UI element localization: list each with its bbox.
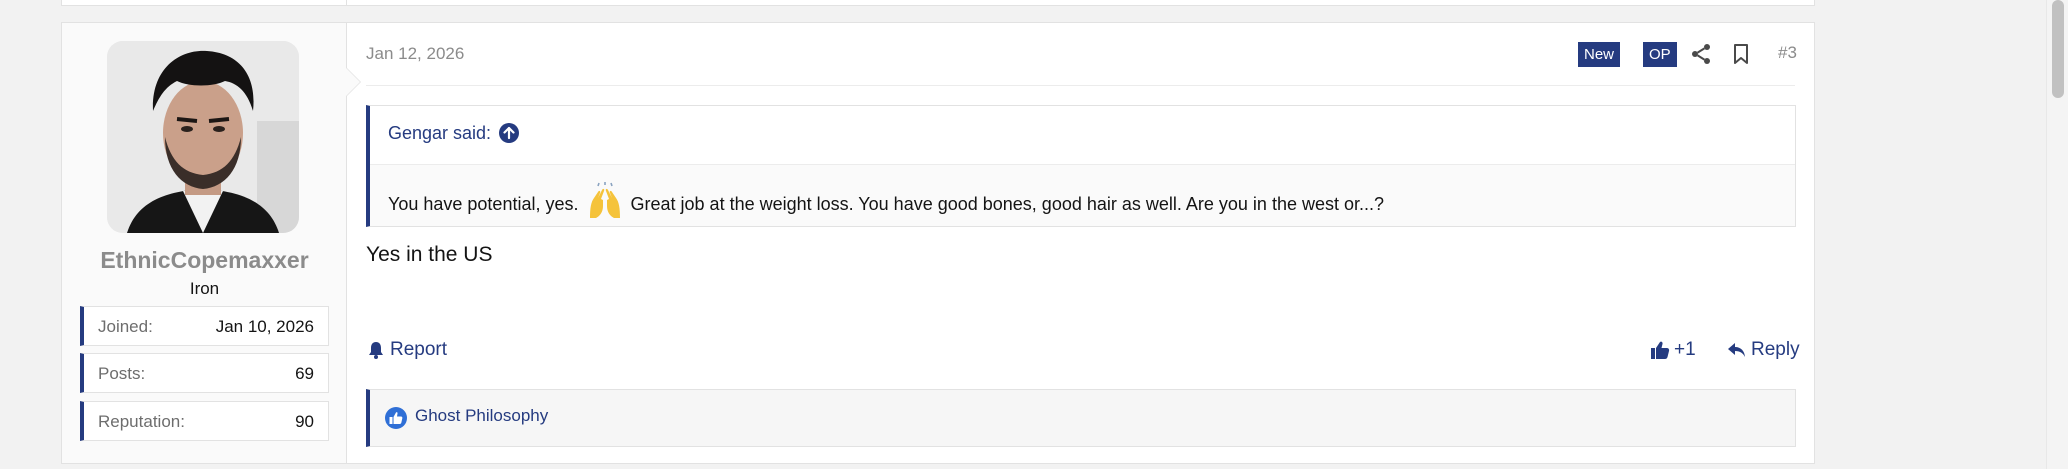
- quote-block: Gengar said: You have potential, yes. Gr…: [366, 105, 1796, 227]
- stat-joined: Joined: Jan 10, 2026: [80, 306, 329, 346]
- reply-label: Reply: [1751, 339, 1800, 360]
- scrollbar-thumb[interactable]: [2052, 0, 2064, 98]
- bell-icon: [369, 342, 383, 359]
- avatar[interactable]: [107, 41, 299, 233]
- quote-text: You have potential, yes. Great job at th…: [388, 182, 1384, 220]
- stat-reputation-label: Reputation:: [98, 412, 185, 431]
- post-date[interactable]: Jan 12, 2026: [366, 44, 464, 64]
- reply-icon: [1728, 343, 1745, 357]
- raised-hands-emoji: [589, 182, 620, 218]
- reactions-bar: Ghost Philosophy: [366, 389, 1796, 447]
- previous-post-edge: [61, 0, 1815, 6]
- post-container: EthnicCopemaxxer Iron Joined: Jan 10, 20…: [61, 22, 1815, 464]
- quote-text-part-1: You have potential, yes.: [388, 194, 579, 214]
- bookmark-icon[interactable]: [1729, 42, 1753, 66]
- report-label: Report: [390, 339, 448, 360]
- username[interactable]: EthnicCopemaxxer: [62, 247, 347, 274]
- quote-header: Gengar said:: [370, 106, 1795, 165]
- new-badge: New: [1578, 42, 1621, 67]
- stat-posts-label: Posts:: [98, 364, 146, 383]
- post-body: Yes in the US: [366, 243, 493, 266]
- header-divider: [366, 85, 1795, 86]
- stat-joined-label: Joined:: [98, 317, 153, 336]
- report-button[interactable]: Report: [366, 339, 447, 361]
- op-badge: OP: [1643, 42, 1677, 67]
- like-count: +1: [1674, 339, 1696, 360]
- user-title: Iron: [189, 279, 220, 298]
- stat-joined-value: Jan 10, 2026: [215, 317, 314, 336]
- previous-post-divider: [346, 0, 347, 6]
- thumbs-up-icon: [1651, 341, 1670, 359]
- quote-author[interactable]: Gengar said:: [388, 123, 491, 144]
- reply-button[interactable]: Reply: [1727, 339, 1800, 361]
- stat-posts-value[interactable]: 69: [295, 364, 314, 384]
- stat-reputation-value: 90: [295, 412, 314, 431]
- like-button[interactable]: +1: [1650, 339, 1696, 361]
- stat-reputation: Reputation: 90: [80, 401, 329, 441]
- stat-posts: Posts: 69: [80, 353, 329, 393]
- user-sidebar: EthnicCopemaxxer Iron Joined: Jan 10, 20…: [62, 23, 361, 463]
- arrow-up-circle-icon[interactable]: [498, 122, 520, 144]
- thumbs-up-icon[interactable]: [384, 406, 408, 430]
- reactor-link[interactable]: Ghost Philosophy: [415, 406, 548, 426]
- quote-text-part-2: Great job at the weight loss. You have g…: [630, 194, 1385, 214]
- post-main: Jan 12, 2026 New OP #3 Gengar said: You …: [347, 23, 1814, 463]
- page-scrollbar[interactable]: [2046, 0, 2068, 469]
- share-icon[interactable]: [1689, 42, 1713, 66]
- post-number[interactable]: #3: [1778, 43, 1797, 63]
